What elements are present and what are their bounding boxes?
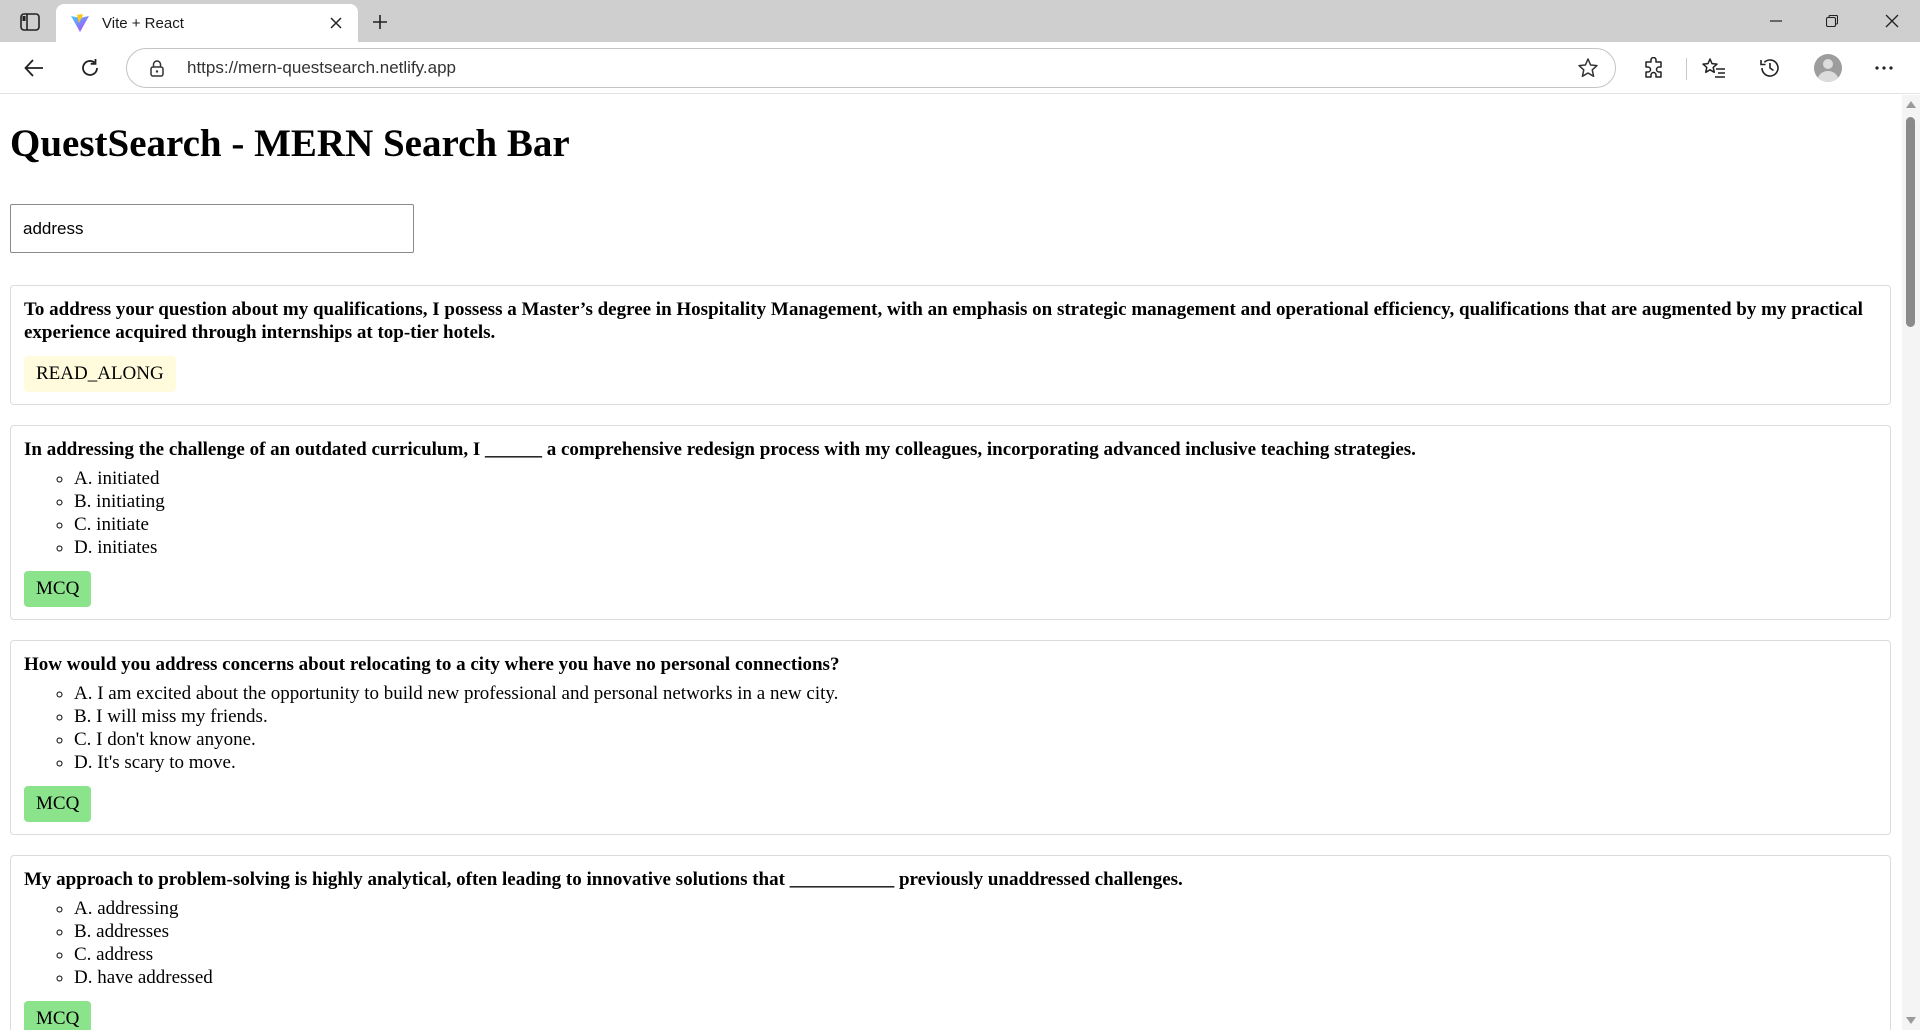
option-item: B. initiating xyxy=(74,490,1878,513)
tab-title: Vite + React xyxy=(102,14,184,32)
toolbar-divider xyxy=(1686,58,1687,80)
extensions-icon[interactable] xyxy=(1636,50,1672,86)
sidebar-toggle-icon[interactable] xyxy=(12,8,48,36)
browser-tabbar: Vite + React xyxy=(0,0,1920,42)
option-item: C. I don't know anyone. xyxy=(74,728,1878,751)
option-item: B. addresses xyxy=(74,920,1878,943)
question-card: To address your question about my qualif… xyxy=(10,285,1891,405)
close-icon[interactable] xyxy=(324,11,348,35)
option-item: B. I will miss my friends. xyxy=(74,705,1878,728)
results-list: To address your question about my qualif… xyxy=(10,285,1892,1030)
option-item: A. addressing xyxy=(74,897,1878,920)
question-text: In addressing the challenge of an outdat… xyxy=(24,439,1416,460)
question-text: My approach to problem-solving is highly… xyxy=(24,869,1183,890)
page-title: QuestSearch - MERN Search Bar xyxy=(10,122,570,165)
page-viewport: QuestSearch - MERN Search Bar To address… xyxy=(0,95,1902,1030)
more-icon[interactable] xyxy=(1866,50,1902,86)
plus-icon[interactable] xyxy=(366,8,394,36)
history-icon[interactable] xyxy=(1752,50,1788,86)
question-text: How would you address concerns about rel… xyxy=(24,654,840,675)
address-bar[interactable]: https://mern-questsearch.netlify.app xyxy=(126,48,1616,88)
options-list: A. addressingB. addressesC. addressD. ha… xyxy=(24,897,1878,989)
option-item: D. have addressed xyxy=(74,966,1878,989)
vite-logo-icon xyxy=(70,13,90,33)
page-content: QuestSearch - MERN Search Bar To address… xyxy=(0,121,1902,1030)
option-item: D. It's scary to move. xyxy=(74,751,1878,774)
scroll-down-icon[interactable] xyxy=(1906,1017,1916,1024)
question-type-badge: MCQ xyxy=(24,1001,92,1030)
question-type-badge: MCQ xyxy=(24,786,92,822)
option-item: A. I am excited about the opportunity to… xyxy=(74,682,1878,705)
refresh-icon[interactable] xyxy=(72,50,108,86)
option-item: A. initiated xyxy=(74,467,1878,490)
browser-tab-active[interactable]: Vite + React xyxy=(56,4,358,42)
lock-icon[interactable] xyxy=(147,58,167,78)
scroll-up-icon[interactable] xyxy=(1906,101,1916,108)
question-type-badge: READ_ALONG xyxy=(24,356,176,392)
page-scrollbar[interactable] xyxy=(1902,95,1920,1030)
question-type-badge: MCQ xyxy=(24,571,92,607)
options-list: A. I am excited about the opportunity to… xyxy=(24,682,1878,774)
question-card: My approach to problem-solving is highly… xyxy=(10,855,1891,1030)
url-text: https://mern-questsearch.netlify.app xyxy=(187,58,456,77)
star-icon[interactable] xyxy=(1577,57,1599,79)
profile-avatar[interactable] xyxy=(1814,54,1842,82)
question-card: In addressing the challenge of an outdat… xyxy=(10,425,1891,620)
option-item: C. address xyxy=(74,943,1878,966)
scrollbar-thumb[interactable] xyxy=(1906,117,1915,327)
minimize-icon[interactable] xyxy=(1748,0,1804,42)
option-item: D. initiates xyxy=(74,536,1878,559)
favorites-icon[interactable] xyxy=(1696,50,1732,86)
question-card: How would you address concerns about rel… xyxy=(10,640,1891,835)
back-icon[interactable] xyxy=(16,50,52,86)
option-item: C. initiate xyxy=(74,513,1878,536)
browser-toolbar: https://mern-questsearch.netlify.app xyxy=(0,42,1920,94)
question-text: To address your question about my qualif… xyxy=(24,299,1863,343)
search-input[interactable] xyxy=(10,204,414,253)
restore-icon[interactable] xyxy=(1804,0,1860,42)
options-list: A. initiatedB. initiatingC. initiateD. i… xyxy=(24,467,1878,559)
close-window-icon[interactable] xyxy=(1864,0,1920,42)
